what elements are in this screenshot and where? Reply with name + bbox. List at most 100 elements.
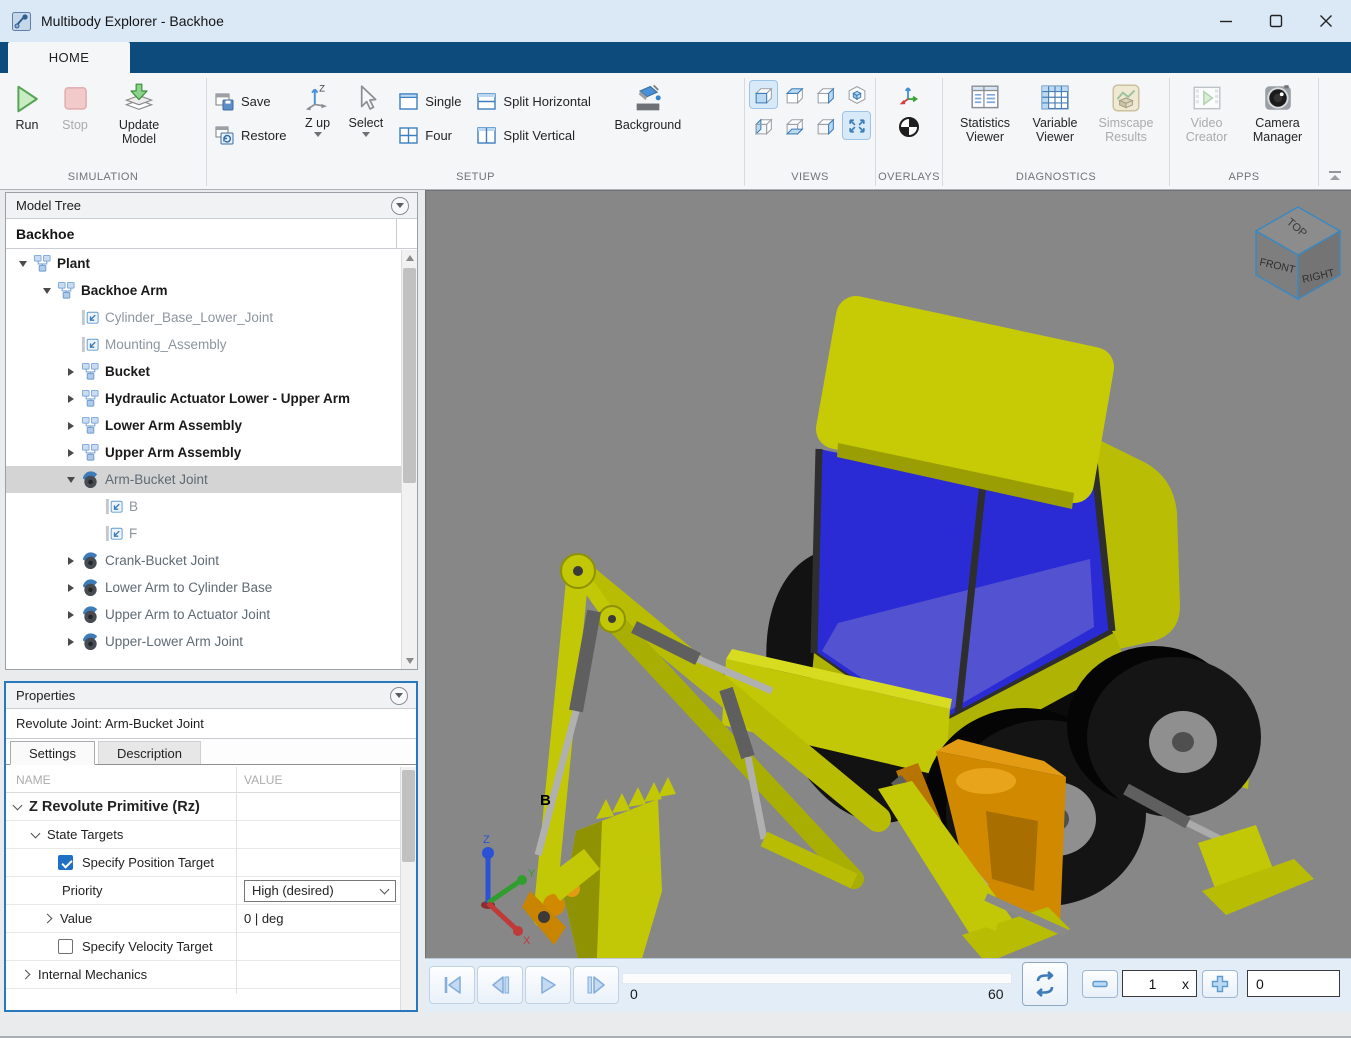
- scrollbar-thumb[interactable]: [403, 268, 416, 483]
- tree-item-cylinder-base-lower-joint[interactable]: Cylinder_Base_Lower_Joint: [6, 304, 417, 331]
- split-vertical-button[interactable]: Split Vertical: [477, 123, 590, 147]
- tree-item-backhoe-arm[interactable]: Backhoe Arm: [6, 277, 417, 304]
- scrollbar-thumb[interactable]: [402, 770, 415, 862]
- viewport-3d[interactable]: B Z Y X TOP FRONT RIGHT: [425, 190, 1351, 958]
- ribbon-section-views: VIEWS: [745, 73, 875, 189]
- properties-scrollbar[interactable]: [400, 767, 416, 1010]
- step-forward-button[interactable]: [573, 966, 619, 1004]
- tree-item-lower-arm-assembly[interactable]: Lower Arm Assembly: [6, 412, 417, 439]
- camera-manager-button[interactable]: Camera Manager: [1245, 81, 1310, 145]
- tree-item-hydraulic-actuator[interactable]: Hydraulic Actuator Lower - Upper Arm: [6, 385, 417, 412]
- slider-end-label: 60: [988, 986, 1004, 1002]
- tree-scrollbar[interactable]: [401, 250, 417, 669]
- tab-settings[interactable]: Settings: [10, 741, 95, 765]
- update-model-button[interactable]: Update Model: [108, 81, 170, 147]
- go-to-start-button[interactable]: [429, 966, 475, 1004]
- view-isometric-button[interactable]: [843, 81, 870, 108]
- expander-icon[interactable]: [38, 288, 56, 294]
- frame-overlay-button[interactable]: [896, 81, 922, 107]
- frame-field[interactable]: 0: [1247, 970, 1340, 997]
- split-horizontal-button[interactable]: Split Horizontal: [477, 89, 590, 113]
- scroll-up-icon[interactable]: [402, 250, 417, 266]
- chevron-down-icon[interactable]: [13, 800, 23, 810]
- tree-item-upper-lower-arm-joint[interactable]: Upper-Lower Arm Joint: [6, 628, 417, 655]
- fit-to-view-button[interactable]: [843, 112, 870, 139]
- z-up-dropdown-caret[interactable]: [314, 132, 322, 137]
- priority-dropdown[interactable]: High (desired): [244, 880, 396, 902]
- specify-position-target-checkbox[interactable]: [58, 855, 73, 870]
- chevron-right-icon[interactable]: [21, 970, 31, 980]
- tree-root-row[interactable]: Backhoe: [6, 219, 417, 249]
- tree-item-crank-bucket-joint[interactable]: Crank-Bucket Joint: [6, 547, 417, 574]
- specify-velocity-target-checkbox[interactable]: [58, 939, 73, 954]
- single-view-button[interactable]: Single: [399, 89, 461, 113]
- video-creator-button[interactable]: Video Creator: [1178, 81, 1235, 145]
- background-button[interactable]: Background: [607, 81, 689, 132]
- chevron-right-icon[interactable]: [43, 914, 53, 924]
- speed-field[interactable]: 1 x: [1122, 970, 1197, 997]
- expander-icon[interactable]: [62, 422, 80, 430]
- tree-item-upper-arm-to-actuator-joint[interactable]: Upper Arm to Actuator Joint: [6, 601, 417, 628]
- restore-button[interactable]: Restore: [215, 123, 287, 147]
- expander-icon[interactable]: [62, 368, 80, 376]
- tree-item-plant[interactable]: Plant: [6, 250, 417, 277]
- view-front-button[interactable]: [750, 81, 777, 108]
- expander-icon[interactable]: [62, 557, 80, 565]
- loop-button[interactable]: [1022, 962, 1068, 1006]
- minimize-button[interactable]: [1201, 0, 1251, 42]
- tab-description[interactable]: Description: [98, 741, 201, 764]
- expander-icon[interactable]: [62, 638, 80, 646]
- expander-icon[interactable]: [62, 584, 80, 592]
- tree-item-lower-arm-to-cylinder-base[interactable]: Lower Arm to Cylinder Base: [6, 574, 417, 601]
- expander-icon[interactable]: [62, 611, 80, 619]
- play-button[interactable]: [525, 966, 571, 1004]
- select-button[interactable]: Select: [349, 81, 384, 137]
- speed-decrease-button[interactable]: [1082, 970, 1118, 998]
- select-dropdown-caret[interactable]: [362, 132, 370, 137]
- view-right-button[interactable]: [812, 81, 839, 108]
- time-slider[interactable]: [622, 973, 1012, 984]
- stop-button[interactable]: Stop: [60, 81, 90, 132]
- simscape-results-button[interactable]: Simscape Results: [1093, 81, 1159, 145]
- expander-icon[interactable]: [62, 477, 80, 483]
- four-view-button[interactable]: Four: [399, 123, 461, 147]
- step-back-button[interactable]: [477, 966, 523, 1004]
- tree-item-upper-arm-assembly[interactable]: Upper Arm Assembly: [6, 439, 417, 466]
- value-field[interactable]: 0 | deg: [236, 911, 416, 926]
- expander-icon[interactable]: [14, 261, 32, 267]
- maximize-button[interactable]: [1251, 0, 1301, 42]
- model-tree-collapse-button[interactable]: [391, 197, 409, 215]
- tab-home[interactable]: HOME: [8, 42, 130, 73]
- chevron-down-icon[interactable]: [31, 828, 41, 838]
- view-back-button[interactable]: [812, 112, 839, 139]
- variable-viewer-button[interactable]: Variable Viewer: [1025, 81, 1085, 145]
- view-top-button[interactable]: [781, 81, 808, 108]
- joint-icon: [81, 632, 100, 651]
- panel-splitter[interactable]: [418, 190, 425, 1038]
- status-strip: [0, 1012, 1351, 1038]
- view-cube[interactable]: TOP FRONT RIGHT: [1256, 207, 1340, 299]
- tree-item-f[interactable]: F: [6, 520, 417, 547]
- z-up-button[interactable]: Z Z up: [303, 81, 333, 137]
- tree-item-mounting-assembly[interactable]: Mounting_Assembly: [6, 331, 417, 358]
- run-button[interactable]: Run: [12, 81, 42, 132]
- close-button[interactable]: [1301, 0, 1351, 42]
- tree-item-bucket[interactable]: Bucket: [6, 358, 417, 385]
- center-of-mass-overlay-button[interactable]: [897, 115, 921, 139]
- statistics-viewer-button[interactable]: Statistics Viewer: [953, 81, 1017, 145]
- scroll-down-icon[interactable]: [402, 653, 417, 669]
- tree-item-b[interactable]: B: [6, 493, 417, 520]
- property-internal-mechanics[interactable]: Internal Mechanics: [6, 961, 416, 989]
- expander-icon[interactable]: [62, 395, 80, 403]
- view-left-button[interactable]: [750, 112, 777, 139]
- speed-increase-button[interactable]: [1202, 970, 1238, 998]
- collapse-ribbon-button[interactable]: [1327, 169, 1343, 183]
- properties-collapse-button[interactable]: [390, 687, 408, 705]
- tree-item-arm-bucket-joint[interactable]: Arm-Bucket Joint: [6, 466, 417, 493]
- expander-icon[interactable]: [62, 449, 80, 457]
- view-bottom-button[interactable]: [781, 112, 808, 139]
- backhoe-3d-render[interactable]: B Z Y X TOP FRONT RIGHT: [426, 191, 1351, 958]
- save-button[interactable]: Save: [215, 89, 287, 113]
- property-state-targets[interactable]: State Targets: [6, 821, 416, 849]
- property-group-z-revolute[interactable]: Z Revolute Primitive (Rz): [6, 793, 416, 821]
